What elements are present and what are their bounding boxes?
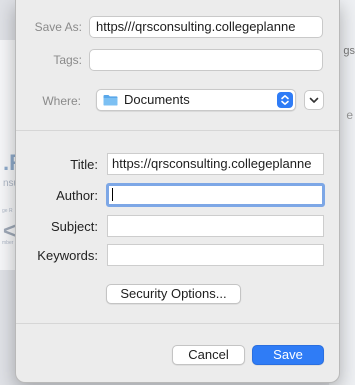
expand-button[interactable] [304,90,324,110]
author-label: Author: [56,188,98,203]
keywords-field[interactable] [107,244,324,266]
chevron-down-icon [309,97,319,103]
divider [16,130,339,131]
background-text: gs [343,45,355,57]
author-field[interactable] [106,183,325,207]
save-dialog: Save As: https///qrsconsulting.collegepl… [15,0,340,383]
where-label: Where: [42,94,81,108]
background-text: e [346,108,353,122]
subject-label: Subject: [51,219,98,234]
save-as-label: Save As: [34,20,82,34]
title-field[interactable]: https://qrsconsulting.collegeplanne [107,153,324,175]
background-text: mber [2,240,14,246]
subject-field[interactable] [107,215,324,237]
save-as-field[interactable]: https///qrsconsulting.collegeplanne [89,16,323,38]
folder-icon [103,95,118,106]
tags-label: Tags: [53,53,82,67]
title-label: Title: [70,157,98,172]
where-popup[interactable]: Documents [96,89,296,111]
where-value: Documents [124,92,190,107]
security-options-button[interactable]: Security Options... [106,284,241,304]
divider [16,323,339,324]
cancel-button[interactable]: Cancel [172,345,245,365]
save-button[interactable]: Save [252,345,324,365]
background-text: ge R [2,208,13,214]
text-caret [112,188,113,202]
keywords-label: Keywords: [37,248,98,263]
up-down-chevron-icon [277,92,293,108]
tags-field[interactable] [89,49,323,71]
